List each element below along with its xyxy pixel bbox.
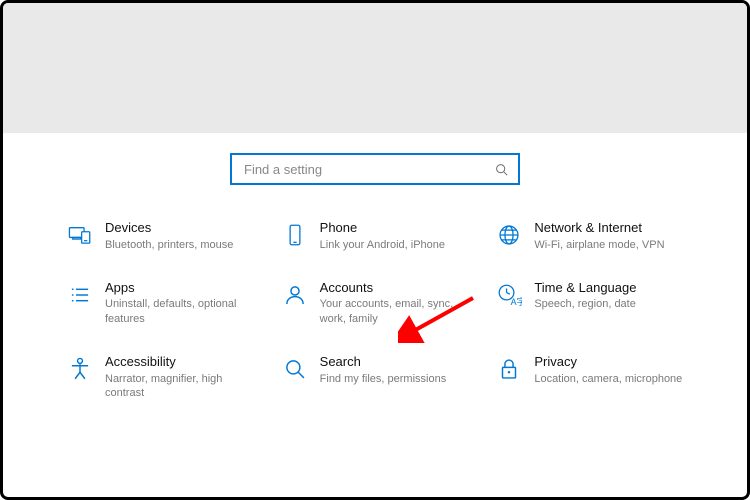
search-box[interactable] <box>230 153 520 185</box>
tile-privacy[interactable]: Privacy Location, camera, microphone <box>492 354 687 400</box>
tile-desc: Find my files, permissions <box>320 372 473 386</box>
tile-text: Time & Language Speech, region, date <box>526 280 687 312</box>
person-icon <box>278 280 312 308</box>
settings-content: Devices Bluetooth, printers, mouse Phone… <box>3 133 747 400</box>
tile-time-language[interactable]: A字 Time & Language Speech, region, date <box>492 280 687 326</box>
tile-desc: Uninstall, defaults, optional features <box>105 297 258 326</box>
tile-desc: Wi-Fi, airplane mode, VPN <box>534 238 687 252</box>
tile-title: Privacy <box>534 354 687 370</box>
tile-text: Apps Uninstall, defaults, optional featu… <box>97 280 258 326</box>
tile-accessibility[interactable]: Accessibility Narrator, magnifier, high … <box>63 354 258 400</box>
tile-text: Search Find my files, permissions <box>312 354 473 386</box>
tile-text: Network & Internet Wi-Fi, airplane mode,… <box>526 220 687 252</box>
tile-title: Devices <box>105 220 258 236</box>
tile-desc: Your accounts, email, sync, work, family <box>320 297 473 326</box>
accessibility-icon <box>63 354 97 382</box>
tile-text: Accessibility Narrator, magnifier, high … <box>97 354 258 400</box>
phone-icon <box>278 220 312 248</box>
globe-icon <box>492 220 526 248</box>
tile-title: Accounts <box>320 280 473 296</box>
apps-icon <box>63 280 97 308</box>
tile-devices[interactable]: Devices Bluetooth, printers, mouse <box>63 220 258 252</box>
search-icon <box>495 163 508 176</box>
lock-icon <box>492 354 526 382</box>
magnifier-icon <box>278 354 312 382</box>
tile-text: Accounts Your accounts, email, sync, wor… <box>312 280 473 326</box>
tile-desc: Location, camera, microphone <box>534 372 687 386</box>
tile-desc: Speech, region, date <box>534 297 687 311</box>
tile-title: Phone <box>320 220 473 236</box>
tile-title: Time & Language <box>534 280 687 296</box>
settings-grid: Devices Bluetooth, printers, mouse Phone… <box>63 220 687 400</box>
tile-desc: Link your Android, iPhone <box>320 238 473 252</box>
tile-text: Devices Bluetooth, printers, mouse <box>97 220 258 252</box>
tile-desc: Narrator, magnifier, high contrast <box>105 372 258 401</box>
tile-title: Search <box>320 354 473 370</box>
tile-title: Accessibility <box>105 354 258 370</box>
tile-title: Apps <box>105 280 258 296</box>
devices-icon <box>63 220 97 248</box>
tile-apps[interactable]: Apps Uninstall, defaults, optional featu… <box>63 280 258 326</box>
time-language-icon: A字 <box>492 280 526 308</box>
tile-text: Privacy Location, camera, microphone <box>526 354 687 386</box>
search-input[interactable] <box>242 161 495 178</box>
tile-network[interactable]: Network & Internet Wi-Fi, airplane mode,… <box>492 220 687 252</box>
svg-text:A字: A字 <box>511 296 522 307</box>
tile-search[interactable]: Search Find my files, permissions <box>278 354 473 400</box>
tile-accounts[interactable]: Accounts Your accounts, email, sync, wor… <box>278 280 473 326</box>
settings-window: Devices Bluetooth, printers, mouse Phone… <box>0 0 750 500</box>
tile-desc: Bluetooth, printers, mouse <box>105 238 258 252</box>
tile-title: Network & Internet <box>534 220 687 236</box>
search-container <box>63 153 687 185</box>
tile-phone[interactable]: Phone Link your Android, iPhone <box>278 220 473 252</box>
window-header <box>3 3 747 133</box>
tile-text: Phone Link your Android, iPhone <box>312 220 473 252</box>
